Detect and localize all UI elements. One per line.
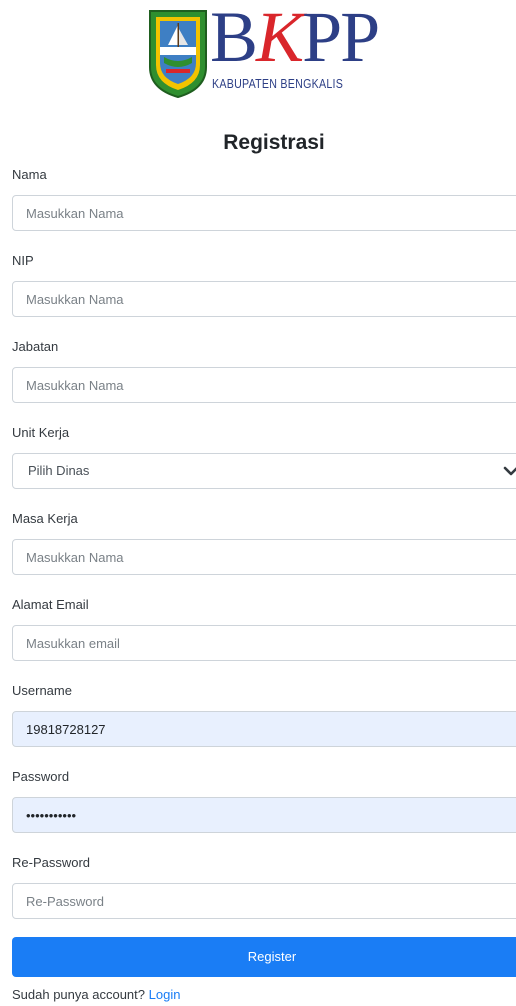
login-link[interactable]: Login	[149, 987, 181, 1002]
email-input[interactable]	[12, 625, 516, 661]
password-input[interactable]	[12, 797, 516, 833]
bengkalis-regency-emblem-icon	[149, 10, 207, 99]
register-button[interactable]: Register	[12, 937, 516, 977]
unit-kerja-select[interactable]: Pilih Dinas	[12, 453, 516, 489]
unit-kerja-label: Unit Kerja	[12, 425, 70, 440]
password-label: Password	[12, 769, 70, 784]
brand-name: BKPP	[210, 1, 380, 73]
bkpp-logo: BKPP KABUPATEN BENGKALIS	[146, 1, 386, 101]
nama-input[interactable]	[12, 195, 516, 231]
login-prompt: Sudah punya account? Login	[12, 987, 180, 1002]
username-label: Username	[12, 683, 72, 698]
nip-label: NIP	[12, 253, 34, 268]
repassword-label: Re-Password	[12, 855, 91, 870]
brand-subtitle: KABUPATEN BENGKALIS	[212, 76, 344, 91]
login-prompt-text: Sudah punya account?	[12, 987, 145, 1002]
nama-label: Nama	[12, 167, 47, 182]
email-label: Alamat Email	[12, 597, 89, 612]
brand-letters-pp: PP	[302, 0, 380, 77]
masa-kerja-input[interactable]	[12, 539, 516, 575]
repassword-input[interactable]	[12, 883, 516, 919]
chevron-down-icon	[503, 466, 516, 476]
masa-kerja-label: Masa Kerja	[12, 511, 78, 526]
nip-input[interactable]	[12, 281, 516, 317]
page-title: Registrasi	[223, 131, 325, 154]
brand-letter-k: K	[256, 0, 304, 77]
registration-page: BKPP KABUPATEN BENGKALIS Registrasi Nama…	[0, 0, 516, 1006]
username-input[interactable]	[12, 711, 516, 747]
brand-letter-b: B	[210, 0, 258, 77]
unit-kerja-selected-value: Pilih Dinas	[28, 463, 90, 478]
jabatan-input[interactable]	[12, 367, 516, 403]
jabatan-label: Jabatan	[12, 339, 59, 354]
